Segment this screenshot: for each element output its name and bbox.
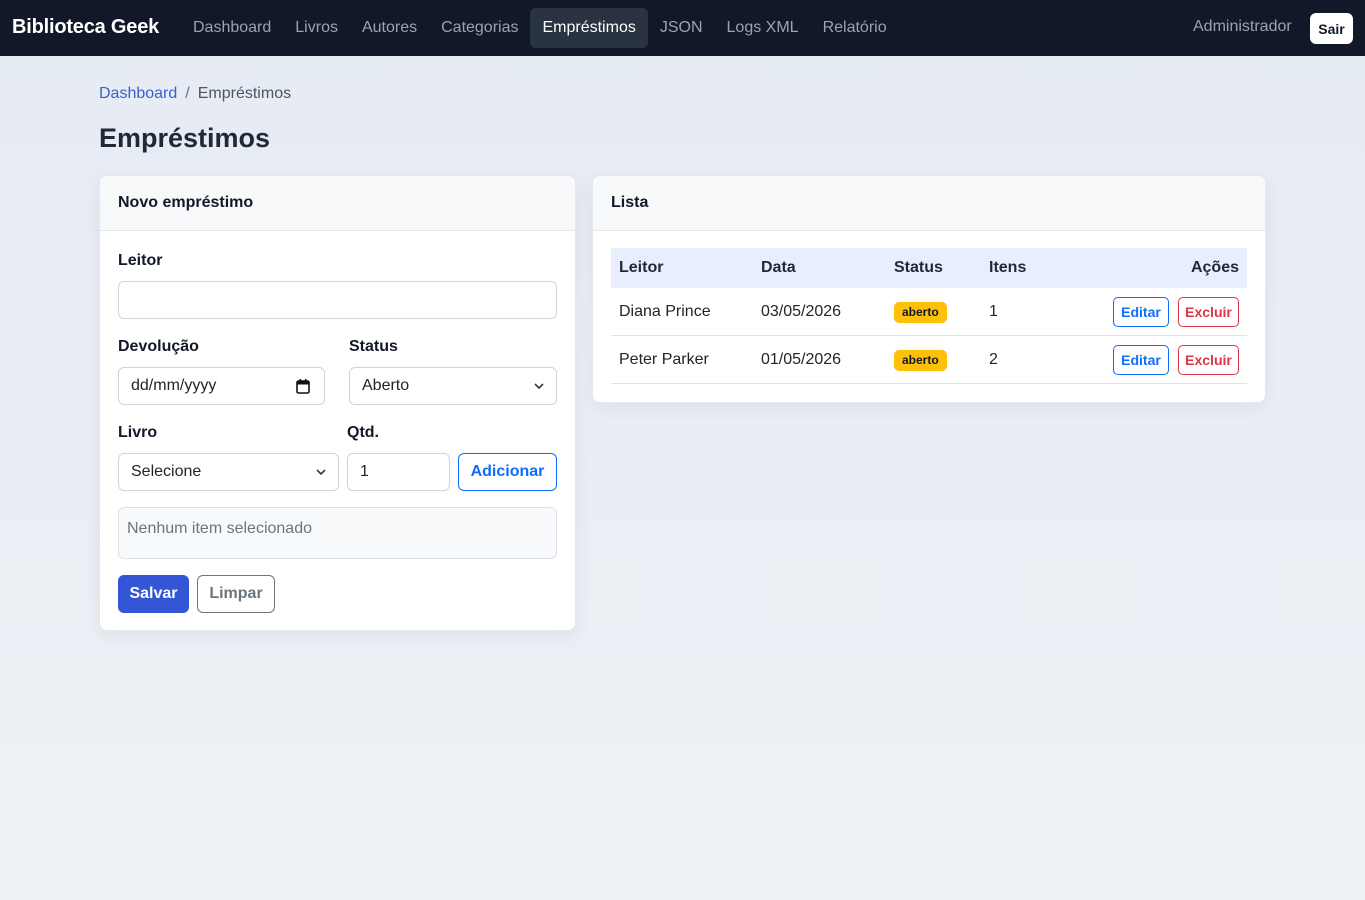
column-header-leitor: Leitor [619,259,664,276]
status-badge: aberto [894,350,947,371]
breadcrumb: Dashboard / Empréstimos [99,85,291,103]
status-select[interactable]: Aberto [349,367,557,405]
nav-link-json[interactable]: JSON [648,8,715,48]
selected-items-box: Nenhum item selecionado [118,507,557,559]
column-header-itens: Itens [989,259,1027,276]
clear-button[interactable]: Limpar [197,575,275,613]
quantity-input[interactable]: 1 [347,453,450,491]
table-header: Leitor Data Status Itens Ações [611,248,1247,288]
edit-button[interactable]: Editar [1113,345,1169,375]
column-header-data: Data [761,259,796,276]
status-label: Status [349,338,398,355]
status-badge: aberto [894,302,947,323]
table-row: Diana Prince 03/05/2026 aberto 1 Editar … [611,288,1247,336]
row-items-count: 2 [989,351,998,368]
row-date: 01/05/2026 [761,351,842,368]
top-navbar: Biblioteca Geek Dashboard Livros Autores… [0,0,1365,56]
book-select[interactable]: Selecione [118,453,339,491]
nav-link-categorias[interactable]: Categorias [429,8,530,48]
loans-table: Leitor Data Status Itens Ações Diana Pri… [611,248,1247,384]
reader-input[interactable] [118,281,557,319]
chevron-down-icon [316,469,326,476]
row-reader: Peter Parker [619,351,709,368]
brand-logo[interactable]: Biblioteca Geek [12,16,159,39]
row-date: 03/05/2026 [761,303,842,320]
breadcrumb-home-link[interactable]: Dashboard [99,85,177,103]
nav-link-dashboard[interactable]: Dashboard [181,8,283,48]
new-loan-card: Novo empréstimo Leitor Devolução dd/mm/y… [99,175,576,631]
nav-link-autores[interactable]: Autores [350,8,429,48]
delete-button[interactable]: Excluir [1178,345,1239,375]
column-header-status: Status [894,259,943,276]
add-item-button[interactable]: Adicionar [458,453,557,491]
nav-link-emprestimos[interactable]: Empréstimos [530,8,648,48]
return-date-placeholder: dd/mm/yyyy [131,377,217,394]
page-title: Empréstimos [99,123,271,153]
breadcrumb-separator: / [185,85,190,102]
nav-link-relatorio[interactable]: Relatório [811,8,899,48]
loan-list-card: Lista Leitor Data Status Itens Ações Dia… [592,175,1266,403]
quantity-label: Qtd. [347,424,379,441]
book-select-value: Selecione [131,463,202,480]
breadcrumb-current: Empréstimos [197,85,292,102]
column-header-acoes: Ações [1190,259,1239,276]
loan-list-card-header: Lista [593,176,1265,231]
current-user: Administrador [1193,18,1292,35]
save-button[interactable]: Salvar [118,575,189,613]
nav-link-livros[interactable]: Livros [283,8,350,48]
edit-button[interactable]: Editar [1113,297,1169,327]
book-label: Livro [118,424,158,441]
row-items-count: 1 [989,303,998,320]
status-select-value: Aberto [362,377,410,394]
nav-links: Dashboard Livros Autores Categorias Empr… [181,8,899,48]
return-date-label: Devolução [118,338,199,355]
quantity-input-value: 1 [360,463,369,480]
logout-button[interactable]: Sair [1310,13,1353,44]
chevron-down-icon [534,383,544,390]
return-date-input[interactable]: dd/mm/yyyy [118,367,325,405]
table-row: Peter Parker 01/05/2026 aberto 2 Editar … [611,336,1247,384]
nav-link-logs-xml[interactable]: Logs XML [715,8,811,48]
delete-button[interactable]: Excluir [1178,297,1239,327]
calendar-icon[interactable] [296,379,310,394]
reader-label: Leitor [118,252,163,269]
new-loan-card-header: Novo empréstimo [100,176,575,231]
row-reader: Diana Prince [619,303,711,320]
